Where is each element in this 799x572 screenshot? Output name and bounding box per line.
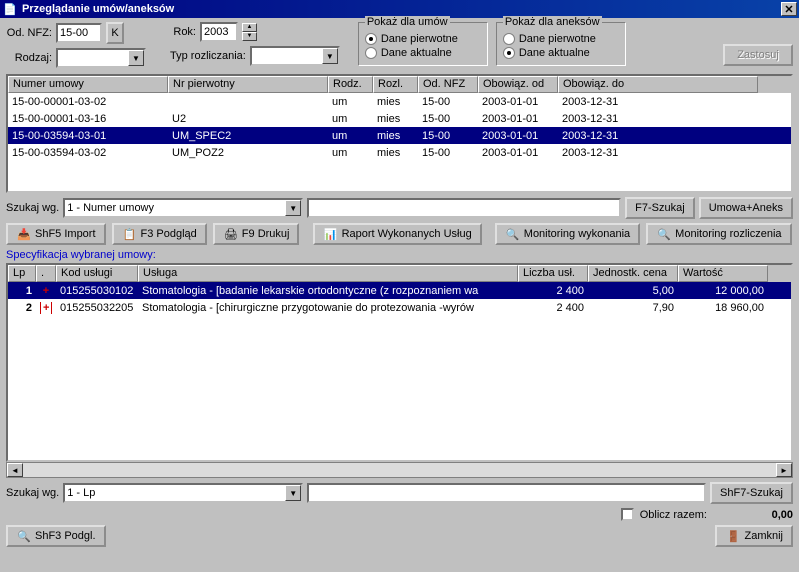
chevron-down-icon[interactable]: ▼	[285, 200, 301, 216]
grid1-header[interactable]: Rozl.	[373, 76, 418, 93]
aneksy-radio-pierwotne[interactable]: Dane pierwotne	[503, 33, 619, 45]
plus-icon: +	[36, 285, 56, 297]
raport-button[interactable]: 📊Raport Wykonanych Usług	[313, 223, 482, 245]
search2-combo[interactable]: 1 - Lp ▼	[63, 483, 303, 503]
monitoring-wyk-button[interactable]: 🔍Monitoring wykonania	[495, 223, 640, 245]
zastosuj-button[interactable]: Zastosuj	[723, 44, 793, 66]
aneksy-radio-aktualne[interactable]: Dane aktualne	[503, 47, 619, 59]
grid1-header[interactable]: Obowiąz. od	[478, 76, 558, 93]
f3-podglad-button[interactable]: 📋F3 Podgląd	[112, 223, 207, 245]
radio-icon	[503, 33, 515, 45]
door-icon: 🚪	[725, 528, 741, 544]
hscroll[interactable]: ◄►	[6, 462, 793, 478]
rok-label: Rok:	[170, 26, 196, 38]
spec-label: Specyfikacja wybranej umowy:	[6, 249, 793, 261]
scroll-left-icon: ◄	[7, 463, 23, 477]
umowy-legend: Pokaż dla umów	[365, 16, 450, 28]
rok-spin-up[interactable]: ▲	[242, 23, 257, 32]
plus-icon: +	[36, 302, 56, 314]
grid1-header[interactable]: Obowiąz. do	[558, 76, 758, 93]
chevron-down-icon[interactable]: ▼	[128, 50, 144, 66]
search1-label: Szukaj wg.	[6, 202, 59, 214]
grid2-header[interactable]: Jednostk. cena	[588, 265, 678, 282]
oblicz-label: Oblicz razem:	[640, 509, 707, 521]
search1-combo[interactable]: 1 - Numer umowy ▼	[63, 198, 303, 218]
search2-input[interactable]	[307, 483, 706, 503]
preview-icon: 🔍	[16, 528, 32, 544]
f9-drukuj-button[interactable]: 🖨F9 Drukuj	[213, 223, 300, 245]
preview-icon: 📋	[122, 226, 138, 242]
oblicz-value: 0,00	[713, 509, 793, 521]
grid2-header[interactable]: Usługa	[138, 265, 518, 282]
radio-icon	[365, 47, 377, 59]
chevron-down-icon[interactable]: ▼	[285, 485, 301, 501]
grid1-header[interactable]: Nr pierwotny	[168, 76, 328, 93]
table-row[interactable]: 1+015255030102Stomatologia - [badanie le…	[8, 282, 791, 299]
grid1-header[interactable]: Numer umowy	[8, 76, 168, 93]
table-row[interactable]: 15-00-03594-03-02UM_POZ2ummies15-002003-…	[8, 144, 791, 161]
od-nfz-label: Od. NFZ:	[6, 27, 52, 39]
table-row[interactable]: 15-00-00001-03-02ummies15-002003-01-0120…	[8, 93, 791, 110]
rodzaj-label: Rodzaj:	[6, 52, 52, 64]
radio-icon	[503, 47, 515, 59]
monitoring-roz-button[interactable]: 🔍Monitoring rozliczenia	[646, 223, 791, 245]
umowy-groupbox: Pokaż dla umów Dane pierwotne Dane aktua…	[358, 22, 488, 66]
grid1-header[interactable]: Rodz.	[328, 76, 373, 93]
grid2-header[interactable]: .	[36, 265, 56, 282]
od-nfz-input[interactable]	[56, 23, 102, 43]
oblicz-checkbox[interactable]	[621, 508, 634, 521]
grid2-header[interactable]: Liczba usł.	[518, 265, 588, 282]
contracts-grid[interactable]: Numer umowyNr pierwotnyRodz.Rozl.Od. NFZ…	[6, 74, 793, 193]
table-row[interactable]: 2+015255032205Stomatologia - [chirurgicz…	[8, 299, 791, 316]
grid2-header[interactable]: Kod usługi	[56, 265, 138, 282]
search2-label: Szukaj wg.	[6, 487, 59, 499]
window-title: Przeglądanie umów/aneksów	[22, 3, 781, 15]
app-icon: 📄	[2, 1, 18, 17]
scroll-right-icon: ►	[776, 463, 792, 477]
monitor-icon: 🔍	[656, 226, 672, 242]
umowy-radio-aktualne[interactable]: Dane aktualne	[365, 47, 481, 59]
shf3-podgl-button[interactable]: 🔍ShF3 Podgl.	[6, 525, 106, 547]
typ-combo[interactable]: ▼	[250, 46, 340, 66]
typ-label: Typ rozliczania:	[170, 50, 246, 62]
close-button[interactable]: ✕	[781, 2, 797, 16]
table-row[interactable]: 15-00-03594-03-01UM_SPEC2ummies15-002003…	[8, 127, 791, 144]
spec-grid[interactable]: Lp.Kod usługiUsługaLiczba usł.Jednostk. …	[6, 263, 793, 462]
zamknij-button[interactable]: 🚪Zamknij	[715, 525, 793, 547]
print-icon: 🖨	[223, 226, 239, 242]
od-nfz-k-button[interactable]: K	[106, 22, 124, 44]
rok-input[interactable]	[200, 22, 238, 42]
shf7-szukaj-button[interactable]: ShF7-Szukaj	[710, 482, 793, 504]
umowy-radio-pierwotne[interactable]: Dane pierwotne	[365, 33, 481, 45]
f7-szukaj-button[interactable]: F7-Szukaj	[625, 197, 695, 219]
aneksy-legend: Pokaż dla aneksów	[503, 16, 602, 28]
grid2-header[interactable]: Wartość	[678, 265, 768, 282]
umowa-aneks-button[interactable]: Umowa+Aneks	[699, 197, 793, 219]
chevron-down-icon[interactable]: ▼	[322, 48, 338, 64]
aneksy-groupbox: Pokaż dla aneksów Dane pierwotne Dane ak…	[496, 22, 626, 66]
grid1-header[interactable]: Od. NFZ	[418, 76, 478, 93]
report-icon: 📊	[323, 226, 339, 242]
import-icon: 📥	[16, 226, 32, 242]
rok-spin-down[interactable]: ▼	[242, 32, 257, 41]
rodzaj-combo[interactable]: ▼	[56, 48, 146, 68]
table-row[interactable]: 15-00-00001-03-16U2ummies15-002003-01-01…	[8, 110, 791, 127]
shf5-import-button[interactable]: 📥ShF5 Import	[6, 223, 106, 245]
radio-icon	[365, 33, 377, 45]
grid2-header[interactable]: Lp	[8, 265, 36, 282]
search1-input[interactable]	[307, 198, 621, 218]
monitor-icon: 🔍	[505, 226, 521, 242]
